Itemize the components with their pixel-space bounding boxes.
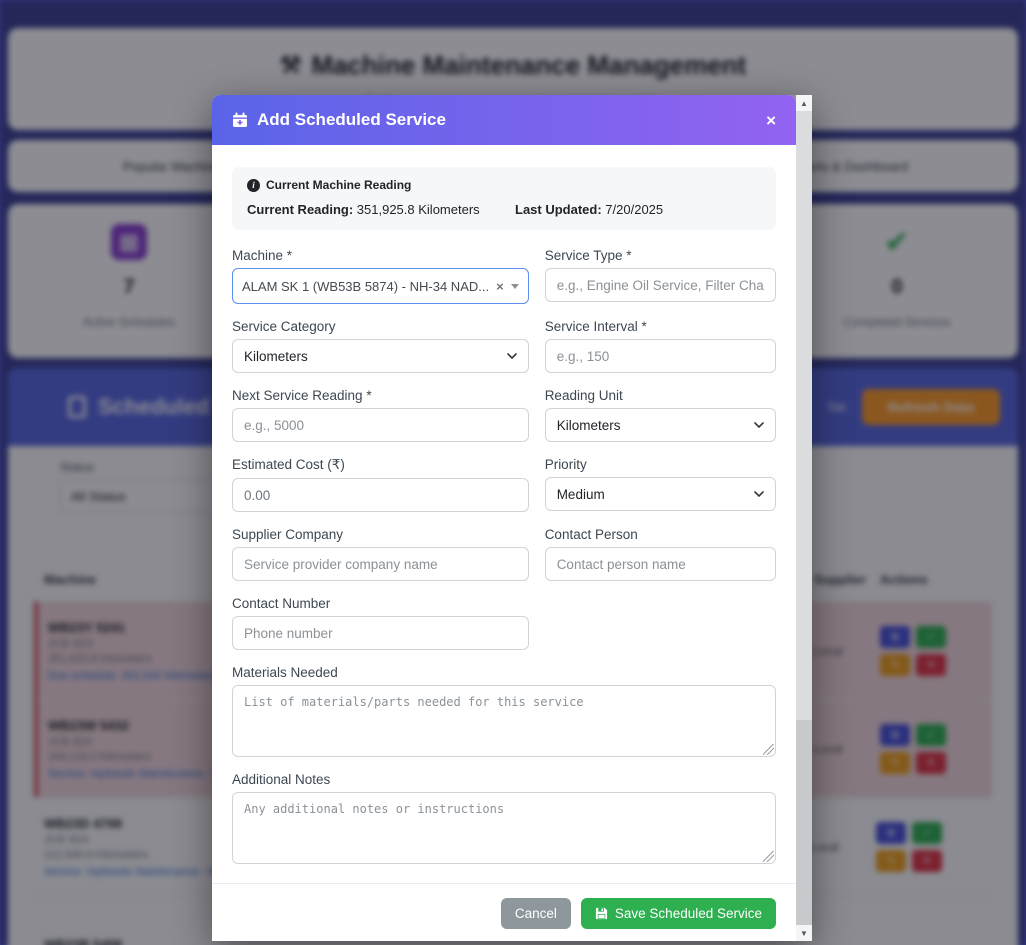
modal-body: i Current Machine Reading Current Readin… xyxy=(212,145,796,879)
contact-person-field: Contact Person xyxy=(545,527,776,581)
contact-number-label: Contact Number xyxy=(232,596,529,611)
estimated-cost-field: Estimated Cost (₹) xyxy=(232,457,529,512)
close-icon[interactable]: × xyxy=(766,112,776,129)
save-icon xyxy=(595,907,608,920)
modal-scrollbar[interactable]: ▲ ▼ xyxy=(796,95,812,941)
cancel-button[interactable]: Cancel xyxy=(501,898,571,929)
machine-select[interactable]: ALAM SK 1 (WB53B 5874) - NH-34 NAD... × xyxy=(232,268,529,304)
additional-notes-field: Additional Notes xyxy=(232,772,776,864)
reading-unit-field: Reading Unit Kilometers xyxy=(545,388,776,442)
additional-notes-textarea[interactable] xyxy=(232,792,776,864)
modal-title: Add Scheduled Service xyxy=(232,110,446,130)
add-scheduled-service-modal: Add Scheduled Service × i Current Machin… xyxy=(212,95,812,941)
chevron-down-icon xyxy=(511,284,519,289)
supplier-company-input[interactable] xyxy=(232,547,529,581)
service-interval-field: Service Interval * xyxy=(545,319,776,373)
service-type-label: Service Type * xyxy=(545,248,776,263)
supplier-company-label: Supplier Company xyxy=(232,527,529,542)
service-interval-label: Service Interval * xyxy=(545,319,776,334)
estimated-cost-input[interactable] xyxy=(232,478,529,512)
priority-field: Priority Medium xyxy=(545,457,776,512)
machine-field: Machine * ALAM SK 1 (WB53B 5874) - NH-34… xyxy=(232,248,529,304)
last-updated: Last Updated: 7/20/2025 xyxy=(515,202,761,217)
service-type-input[interactable] xyxy=(545,268,776,302)
materials-needed-field: Materials Needed xyxy=(232,665,776,757)
service-category-select[interactable]: Kilometers xyxy=(232,339,529,373)
service-type-field: Service Type * xyxy=(545,248,776,304)
priority-label: Priority xyxy=(545,457,776,472)
service-category-field: Service Category Kilometers xyxy=(232,319,529,373)
reading-unit-select[interactable]: Kilometers xyxy=(545,408,776,442)
next-service-reading-field: Next Service Reading * xyxy=(232,388,529,442)
scroll-up-icon[interactable]: ▲ xyxy=(796,95,812,111)
materials-needed-label: Materials Needed xyxy=(232,665,776,680)
contact-person-input[interactable] xyxy=(545,547,776,581)
info-heading: Current Machine Reading xyxy=(266,178,411,192)
contact-number-field: Contact Number xyxy=(232,596,529,650)
next-service-reading-input[interactable] xyxy=(232,408,529,442)
modal-footer: Cancel Save Scheduled Service xyxy=(212,883,796,941)
calendar-plus-icon xyxy=(232,112,248,128)
materials-needed-textarea[interactable] xyxy=(232,685,776,757)
scrollbar-thumb[interactable] xyxy=(796,111,812,720)
additional-notes-label: Additional Notes xyxy=(232,772,776,787)
modal-header: Add Scheduled Service × xyxy=(212,95,796,145)
save-scheduled-service-button[interactable]: Save Scheduled Service xyxy=(581,898,776,929)
chevron-down-icon xyxy=(754,489,764,499)
info-icon: i xyxy=(247,179,260,192)
current-reading: Current Reading: 351,925.8 Kilometers xyxy=(247,202,515,217)
reading-unit-label: Reading Unit xyxy=(545,388,776,403)
scroll-down-icon[interactable]: ▼ xyxy=(796,925,812,941)
service-category-label: Service Category xyxy=(232,319,529,334)
machine-label: Machine * xyxy=(232,248,529,263)
clear-selection-icon[interactable]: × xyxy=(496,279,504,294)
priority-select[interactable]: Medium xyxy=(545,477,776,511)
contact-person-label: Contact Person xyxy=(545,527,776,542)
service-interval-input[interactable] xyxy=(545,339,776,373)
chevron-down-icon xyxy=(507,351,517,361)
supplier-company-field: Supplier Company xyxy=(232,527,529,581)
estimated-cost-label: Estimated Cost (₹) xyxy=(232,457,529,473)
next-service-reading-label: Next Service Reading * xyxy=(232,388,529,403)
contact-number-input[interactable] xyxy=(232,616,529,650)
current-machine-reading-box: i Current Machine Reading Current Readin… xyxy=(232,167,776,230)
chevron-down-icon xyxy=(754,420,764,430)
